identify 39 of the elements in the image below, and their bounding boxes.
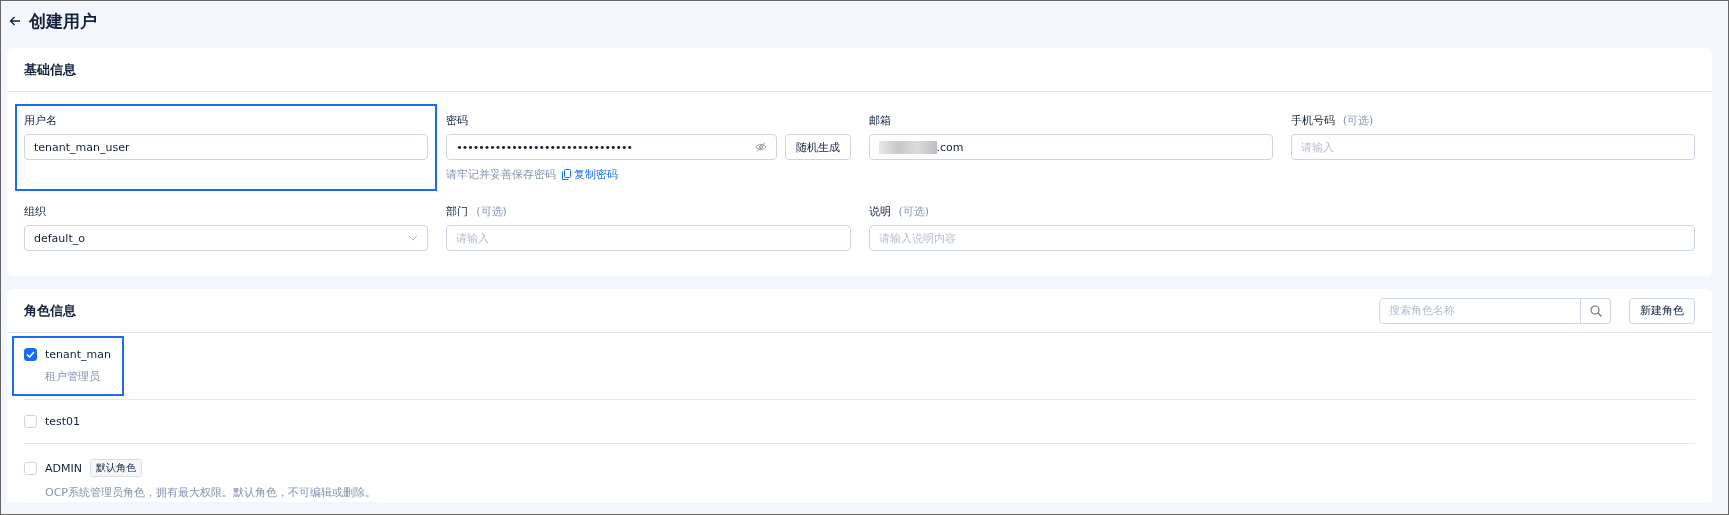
copy-icon — [562, 169, 572, 180]
role-name: tenant_man — [45, 348, 111, 361]
default-tag: 默认角色 — [89, 459, 142, 477]
section-title: 角色信息 — [24, 301, 76, 320]
optional-label: (可选) — [476, 203, 507, 219]
password-field[interactable]: •••••••••••••••••••••••••••••••• — [446, 134, 777, 160]
search-button[interactable] — [1581, 297, 1611, 324]
copy-password-link[interactable]: 复制密码 — [562, 167, 619, 182]
role-name: test01 — [45, 415, 81, 428]
search-field[interactable]: 搜索角色名称 — [1379, 297, 1581, 324]
eye-slash-icon[interactable] — [754, 142, 767, 152]
generate-button[interactable]: 随机生成 — [784, 134, 851, 160]
field-label: 邮箱 — [868, 112, 891, 128]
page-title: 创建用户 — [29, 9, 97, 33]
field-label: 说明 — [868, 203, 891, 219]
input-field[interactable]: 请输入 — [1290, 134, 1695, 160]
hint-text: 请牢记并妥善保存密码 — [446, 167, 557, 182]
search-icon — [1589, 304, 1602, 317]
field-label: 组织 — [24, 203, 46, 219]
checkbox[interactable] — [24, 348, 37, 361]
optional-label: (可选) — [1342, 112, 1374, 128]
back-arrow-icon[interactable] — [9, 15, 21, 27]
role-name: ADMIN — [45, 461, 82, 475]
role-description: OCP系统管理员角色，拥有最大权限。默认角色，不可编辑或删除。 — [44, 485, 376, 500]
new-role-button[interactable]: 新建角色 — [1629, 297, 1695, 324]
field-label: 部门 — [446, 203, 469, 219]
role-description: 租户管理员 — [44, 369, 101, 384]
field-label: 手机号码 — [1290, 112, 1335, 128]
blurred-text — [878, 140, 937, 154]
field-label: 密码 — [446, 112, 469, 128]
optional-label: (可选) — [898, 203, 930, 219]
input-field[interactable]: tenant_man_user — [24, 134, 429, 160]
input-field[interactable]: 请输入说明内容 — [868, 225, 1695, 251]
chevron-down-icon — [408, 235, 419, 241]
field-label: 用户名 — [24, 112, 57, 128]
input-field[interactable]: 请输入 — [446, 225, 851, 251]
select-field[interactable]: default_o — [24, 225, 429, 251]
section-title: 基础信息 — [7, 48, 1712, 92]
input-field[interactable]: .com — [868, 134, 1273, 160]
